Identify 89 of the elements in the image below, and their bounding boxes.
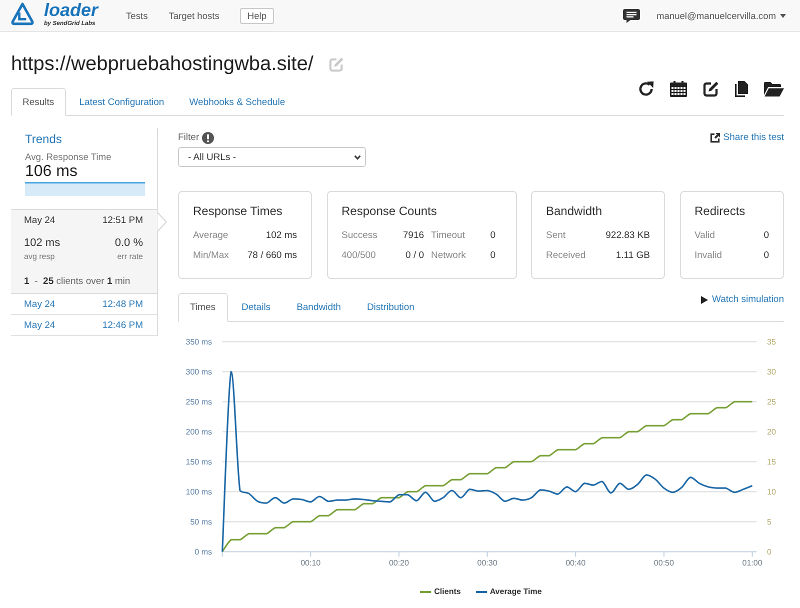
y-axis-label: 350 ms [186, 338, 212, 346]
user-menu[interactable]: manuel@manuelcervilla.com [656, 10, 786, 20]
stat-label: 400/500 [342, 250, 376, 260]
url-filter-select[interactable]: - All URLs - [178, 147, 366, 167]
stat-label: Average [193, 230, 228, 240]
metric-value: 106 ms [25, 163, 78, 181]
nav-button[interactable]: Help [240, 8, 274, 24]
stat-label: Invalid [694, 250, 722, 260]
legend-item[interactable]: Clients [420, 586, 461, 598]
error-rate-value: 0.0 % [114, 237, 143, 250]
x-axis-label: 00:40 [566, 558, 586, 568]
stat-label: Success [342, 230, 378, 240]
card-title: Response Counts [342, 204, 437, 218]
y-axis-label: 250 ms [186, 398, 212, 406]
info-icon [202, 132, 214, 144]
secondary-y-axis-label: 35 [767, 338, 776, 346]
stat-value: 7916 [402, 230, 424, 240]
chevron-down-icon [354, 154, 361, 160]
x-axis-label: 00:50 [654, 558, 674, 568]
tab[interactable]: Latest Configuration [68, 88, 176, 116]
tab[interactable]: Distribution [354, 293, 426, 322]
y-axis-label: 50 ms [190, 518, 212, 526]
caret-down-icon [780, 14, 786, 18]
run-list-item[interactable]: May 24 12:46 PM [11, 315, 157, 336]
stat-label: Network [431, 250, 466, 260]
avg-response-value: 102 ms [24, 237, 60, 250]
share-icon [710, 132, 720, 142]
secondary-y-axis-label: 30 [767, 368, 776, 376]
y-axis-label: 100 ms [186, 488, 212, 496]
avg-response-label: avg resp [24, 252, 55, 262]
stat-value: 0 [490, 230, 496, 240]
y-axis-label: 0 ms [194, 548, 212, 556]
stat-value: 922.83 KB [606, 230, 650, 240]
secondary-y-axis-label: 25 [767, 398, 776, 406]
document-icon[interactable] [735, 80, 748, 97]
stat-value: 0 / 0 [406, 250, 424, 260]
stat-label: Min/Max [193, 250, 229, 260]
stat-value: 0 [764, 250, 769, 260]
secondary-y-axis-label: 0 [767, 548, 772, 556]
x-axis-label: 00:10 [300, 558, 321, 568]
run-date: May 24 [24, 214, 56, 227]
play-icon [701, 296, 708, 304]
run-list-item[interactable]: May 24 12:48 PM [11, 294, 157, 315]
watch-simulation-link[interactable]: Watch simulation [701, 293, 784, 307]
secondary-y-axis-label: 15 [767, 458, 776, 466]
tab[interactable]: Bandwidth [284, 293, 353, 322]
y-axis-label: 200 ms [186, 428, 212, 436]
folder-icon[interactable] [764, 80, 784, 97]
nav-link[interactable]: Target hosts [168, 10, 220, 20]
nav-link[interactable]: Tests [126, 10, 148, 20]
card-title: Bandwidth [546, 204, 602, 218]
x-axis-label: 00:20 [388, 558, 409, 568]
edit-icon[interactable] [703, 80, 719, 97]
trends-link[interactable]: Trends [25, 132, 62, 147]
chat-icon[interactable] [622, 8, 640, 22]
tab[interactable]: Results [11, 88, 66, 116]
logo-wordmark[interactable]: loader [44, 1, 98, 20]
metric-label: Avg. Response Time [25, 151, 112, 163]
share-link[interactable]: Share this test [710, 132, 784, 143]
y-axis-label: 300 ms [186, 368, 212, 376]
stat-value: 1.11 GB [616, 250, 650, 260]
secondary-y-axis-label: 10 [767, 488, 776, 496]
stat-value: 102 ms [266, 230, 297, 240]
secondary-y-axis-label: 5 [767, 518, 772, 526]
card-title: Redirects [694, 204, 746, 218]
tab[interactable]: Webhooks & Schedule [178, 88, 297, 116]
x-axis-label: 01:00 [742, 558, 762, 568]
stat-label: Sent [546, 230, 566, 240]
x-axis-label: 00:30 [477, 558, 498, 568]
stat-value: 78 / 660 ms [247, 250, 297, 260]
secondary-y-axis-label: 20 [767, 428, 776, 436]
filter-label: Filter [178, 132, 200, 143]
card-title: Response Times [193, 204, 282, 218]
page-title: https://webpruebahostingwba.site/ [11, 52, 314, 77]
logo-icon[interactable] [11, 2, 34, 26]
stat-label: Valid [694, 230, 715, 240]
legend-item[interactable]: Average Time [476, 586, 542, 598]
refresh-icon[interactable] [638, 80, 654, 97]
y-axis-label: 150 ms [186, 458, 212, 466]
stat-label: Received [546, 250, 586, 260]
run-time: 12:51 PM [102, 214, 143, 227]
calendar-icon[interactable] [670, 80, 687, 97]
stat-label: Timeout [431, 230, 465, 240]
tab[interactable]: Times [178, 293, 228, 322]
stat-value: 0 [490, 250, 496, 260]
error-rate-label: err rate [117, 252, 143, 262]
stat-value: 0 [764, 230, 769, 240]
clients-summary: 1 - 25 clients over 1 min [24, 275, 130, 288]
tab[interactable]: Details [230, 293, 283, 322]
